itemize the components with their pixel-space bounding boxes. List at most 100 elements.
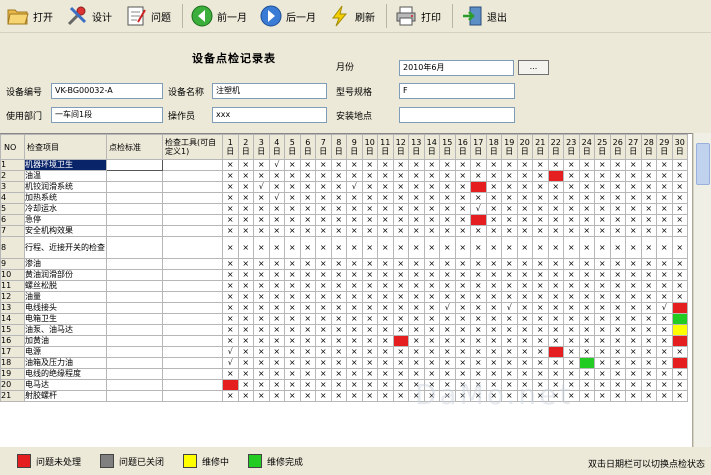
day-status-cell[interactable]: × <box>268 214 285 226</box>
day-status-cell[interactable]: × <box>408 280 425 292</box>
day-status-cell[interactable]: × <box>237 170 254 182</box>
day-status-cell[interactable]: × <box>578 280 595 292</box>
day-header[interactable]: 25 日 <box>594 134 611 160</box>
day-status-cell[interactable]: × <box>237 159 254 171</box>
check-standard[interactable] <box>106 258 163 270</box>
day-status-cell[interactable]: × <box>547 324 564 336</box>
check-standard[interactable] <box>106 379 163 391</box>
day-status-cell[interactable]: × <box>625 159 642 171</box>
day-status-cell[interactable]: × <box>377 258 394 270</box>
day-status-cell[interactable]: × <box>609 302 626 314</box>
day-status-cell[interactable]: × <box>222 225 239 237</box>
day-status-cell[interactable]: × <box>284 291 301 303</box>
day-status-cell[interactable]: × <box>532 368 549 380</box>
day-status-cell[interactable]: × <box>563 225 580 237</box>
day-status-cell[interactable]: × <box>625 390 642 402</box>
day-status-cell[interactable]: × <box>299 159 316 171</box>
day-status-cell[interactable]: × <box>470 346 487 358</box>
day-status-cell[interactable]: × <box>268 313 285 325</box>
check-item[interactable]: 加热系统 <box>24 192 107 204</box>
day-status-cell[interactable]: × <box>594 313 611 325</box>
day-status-cell[interactable]: × <box>671 368 688 380</box>
day-status-cell[interactable]: × <box>237 324 254 336</box>
day-status-cell[interactable]: × <box>253 280 270 292</box>
day-status-cell[interactable]: × <box>253 269 270 281</box>
day-status-cell[interactable]: × <box>671 291 688 303</box>
day-status-cell[interactable]: × <box>284 302 301 314</box>
day-status-cell[interactable]: × <box>268 291 285 303</box>
day-status-cell[interactable]: × <box>315 379 332 391</box>
day-status-cell[interactable]: × <box>408 269 425 281</box>
day-status-cell[interactable]: × <box>253 368 270 380</box>
day-status-cell[interactable]: × <box>377 181 394 193</box>
check-item[interactable]: 油箱及压力油 <box>24 357 107 369</box>
day-status-cell[interactable]: × <box>501 313 518 325</box>
day-status-cell[interactable]: × <box>284 357 301 369</box>
day-status-cell[interactable]: × <box>423 368 440 380</box>
day-status-cell[interactable]: × <box>516 258 533 270</box>
day-status-cell[interactable]: × <box>501 357 518 369</box>
check-standard[interactable] <box>106 291 163 303</box>
day-status-cell[interactable]: × <box>253 170 270 182</box>
check-item[interactable]: 急停 <box>24 214 107 226</box>
day-status-cell[interactable]: × <box>454 313 471 325</box>
day-status-cell[interactable]: × <box>625 313 642 325</box>
check-tool[interactable] <box>162 313 223 325</box>
day-status-cell[interactable]: × <box>268 302 285 314</box>
day-status-cell[interactable]: × <box>547 280 564 292</box>
day-status-cell[interactable]: × <box>268 324 285 336</box>
day-status-cell[interactable]: × <box>377 280 394 292</box>
day-status-cell[interactable]: × <box>470 236 487 259</box>
day-status-cell[interactable]: × <box>547 313 564 325</box>
day-status-cell[interactable]: × <box>315 368 332 380</box>
day-status-cell[interactable]: × <box>346 291 363 303</box>
day-status-cell[interactable]: × <box>532 236 549 259</box>
day-status-cell[interactable]: × <box>578 313 595 325</box>
day-status-cell[interactable]: × <box>547 368 564 380</box>
day-status-cell[interactable]: × <box>299 181 316 193</box>
day-status-cell[interactable]: × <box>268 269 285 281</box>
day-status-cell[interactable]: × <box>330 258 347 270</box>
day-status-cell[interactable]: × <box>253 313 270 325</box>
day-status-cell[interactable]: × <box>547 335 564 347</box>
day-status-cell[interactable]: × <box>237 236 254 259</box>
day-status-cell[interactable]: × <box>640 236 657 259</box>
day-status-cell[interactable]: × <box>501 291 518 303</box>
check-item[interactable]: 安全机构效果 <box>24 225 107 237</box>
day-status-cell[interactable]: × <box>253 236 270 259</box>
day-status-cell[interactable]: × <box>563 324 580 336</box>
day-status-cell[interactable]: × <box>377 214 394 226</box>
day-status-cell[interactable]: × <box>253 390 270 402</box>
day-status-cell[interactable]: × <box>454 368 471 380</box>
day-status-cell[interactable]: × <box>299 214 316 226</box>
day-status-cell[interactable]: × <box>423 170 440 182</box>
day-status-cell[interactable]: × <box>640 368 657 380</box>
day-status-cell[interactable]: × <box>578 236 595 259</box>
day-status-cell[interactable] <box>470 214 487 226</box>
day-header[interactable]: 17 日 <box>470 134 487 160</box>
day-status-cell[interactable] <box>392 335 409 347</box>
day-status-cell[interactable] <box>671 357 688 369</box>
day-status-cell[interactable]: × <box>516 390 533 402</box>
day-status-cell[interactable]: × <box>299 368 316 380</box>
day-status-cell[interactable]: × <box>299 357 316 369</box>
day-status-cell[interactable]: × <box>237 346 254 358</box>
day-status-cell[interactable]: × <box>625 181 642 193</box>
day-status-cell[interactable]: × <box>222 192 239 204</box>
day-status-cell[interactable]: × <box>609 192 626 204</box>
day-status-cell[interactable]: × <box>284 192 301 204</box>
day-status-cell[interactable]: × <box>315 357 332 369</box>
day-status-cell[interactable]: × <box>470 324 487 336</box>
day-status-cell[interactable]: × <box>423 258 440 270</box>
prev-month-button[interactable]: 前一月 <box>186 1 251 31</box>
day-status-cell[interactable]: × <box>578 225 595 237</box>
day-status-cell[interactable]: × <box>439 159 456 171</box>
day-status-cell[interactable]: × <box>284 280 301 292</box>
day-status-cell[interactable]: × <box>671 159 688 171</box>
check-tool[interactable] <box>162 324 223 336</box>
vertical-scrollbar[interactable] <box>693 133 711 447</box>
day-header[interactable]: 11 日 <box>377 134 394 160</box>
day-status-cell[interactable]: × <box>640 291 657 303</box>
table-row[interactable]: 3 机铰润滑系统 × × √ × × × × × √ × × × × × × × × × × × × × × × × × × × × <box>0 181 688 193</box>
day-status-cell[interactable]: × <box>578 390 595 402</box>
